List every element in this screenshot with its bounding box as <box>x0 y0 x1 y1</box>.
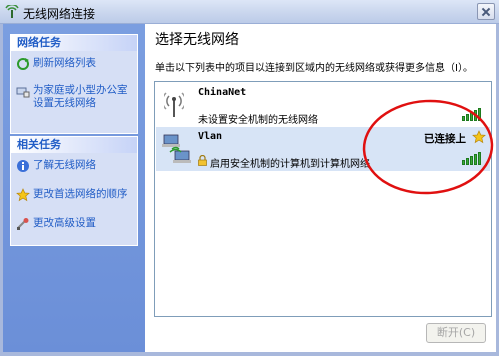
network-name: ChinaNet <box>198 87 247 98</box>
close-button[interactable] <box>477 3 495 20</box>
page-title: 选择无线网络 <box>155 32 239 48</box>
computer-to-computer-icon <box>162 134 191 163</box>
refresh-network-list-link[interactable]: 刷新网络列表 <box>11 57 137 70</box>
settings-icon <box>17 218 29 230</box>
learn-wireless-label: 了解无线网络 <box>33 159 96 171</box>
main-content: 选择无线网络 单击以下列表中的项目以连接到区域内的无线网络或获得更多信息（I）。… <box>145 24 496 352</box>
network-tasks-box: 网络任务 刷新网络列表 为家庭或小型办公室设置无线网络 <box>10 34 138 134</box>
window-title: 无线网络连接 <box>23 7 96 21</box>
refresh-icon <box>17 58 29 70</box>
change-preferred-order-label: 更改首选网络的顺序 <box>33 188 128 200</box>
network-security-description: 未设置安全机制的无线网络 <box>198 115 318 126</box>
task-pane: 网络任务 刷新网络列表 为家庭或小型办公室设置无线网络 相关任务 了解无线网络 <box>3 24 145 352</box>
change-advanced-settings-label: 更改高级设置 <box>33 217 96 229</box>
wireless-network-icon <box>5 5 19 18</box>
network-item-chinanet[interactable]: ChinaNet 未设置安全机制的无线网络 <box>156 83 490 127</box>
change-advanced-settings-link[interactable]: 更改高级设置 <box>11 217 137 230</box>
network-tasks-header: 网络任务 <box>11 35 137 51</box>
info-icon <box>17 160 29 172</box>
home-network-icon <box>16 87 30 98</box>
preferred-network-star-icon <box>472 130 486 144</box>
refresh-network-list-label: 刷新网络列表 <box>33 57 96 69</box>
network-list[interactable]: ChinaNet 未设置安全机制的无线网络 Vlan 启用安全机制的计算机到计算… <box>154 81 492 317</box>
network-security-description: 启用安全机制的计算机到计算机网络 <box>210 159 370 170</box>
window-titlebar[interactable]: 无线网络连接 <box>0 0 499 24</box>
star-icon <box>16 188 30 202</box>
setup-home-network-label: 为家庭或小型办公室设置无线网络 <box>33 84 128 109</box>
antenna-icon <box>164 92 184 117</box>
lock-icon <box>198 155 207 166</box>
related-tasks-header: 相关任务 <box>11 137 137 153</box>
signal-strength-icon <box>462 107 482 121</box>
related-tasks-box: 相关任务 了解无线网络 更改首选网络的顺序 更改高级设置 <box>10 136 138 246</box>
signal-strength-icon <box>462 151 482 165</box>
connection-status: 已连接上 <box>424 133 466 145</box>
learn-wireless-link[interactable]: 了解无线网络 <box>11 159 137 172</box>
instruction-text: 单击以下列表中的项目以连接到区域内的无线网络或获得更多信息（I）。 <box>155 63 473 74</box>
setup-home-network-link[interactable]: 为家庭或小型办公室设置无线网络 <box>11 84 137 110</box>
disconnect-button[interactable]: 断开(C) <box>426 323 486 343</box>
change-preferred-order-link[interactable]: 更改首选网络的顺序 <box>11 188 137 202</box>
network-item-vlan[interactable]: Vlan 启用安全机制的计算机到计算机网络 已连接上 <box>156 127 490 171</box>
network-name: Vlan <box>198 131 223 142</box>
